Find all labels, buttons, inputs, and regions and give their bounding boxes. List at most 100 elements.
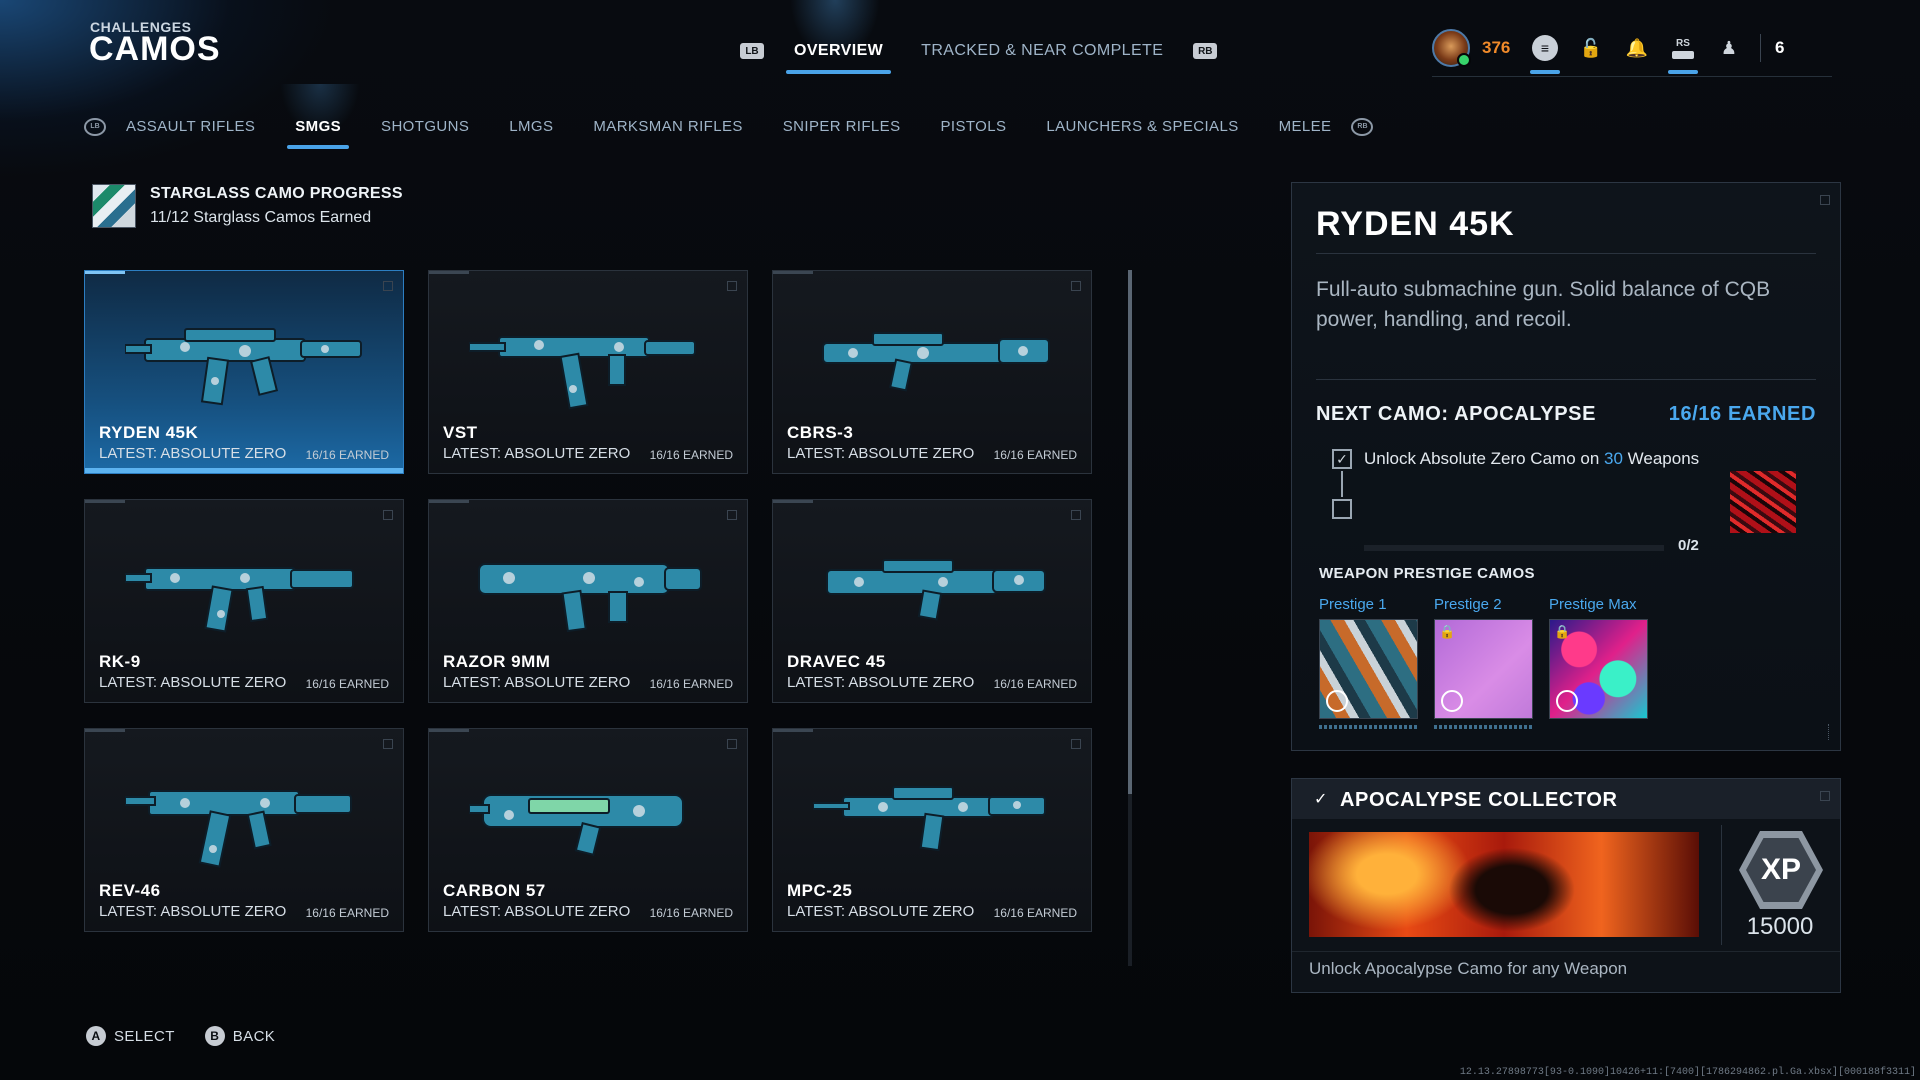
notifications-button[interactable]: 🔔 bbox=[1614, 28, 1660, 68]
weapon-earned: 16/16 EARNED bbox=[305, 677, 389, 691]
weapon-grid: RYDEN 45K LATEST: ABSOLUTE ZERO 16/16 EA… bbox=[84, 270, 1092, 932]
back-label: BACK bbox=[232, 1027, 276, 1045]
weapon-card-dravec-45[interactable]: DRAVEC 45 LATEST: ABSOLUTE ZERO 16/16 EA… bbox=[772, 499, 1092, 703]
rs-social-button[interactable]: RS bbox=[1660, 28, 1706, 74]
divider bbox=[1432, 76, 1832, 77]
tab-lmgs[interactable]: LMGS bbox=[489, 112, 573, 141]
left-bumper-icon[interactable]: LB bbox=[84, 117, 106, 136]
prestige-camo-max[interactable]: Prestige Max 🔒 bbox=[1549, 596, 1648, 729]
unlock-icon: 🔓 bbox=[1579, 37, 1603, 58]
prestige-label: Prestige 2 bbox=[1434, 596, 1502, 613]
bell-icon: 🔔 bbox=[1625, 37, 1649, 58]
rank-emblem-icon[interactable] bbox=[1432, 29, 1471, 67]
tab-tracked-near-complete[interactable]: TRACKED & NEAR COMPLETE bbox=[913, 36, 1171, 66]
smg-icon bbox=[469, 336, 696, 410]
smg-icon bbox=[125, 567, 354, 633]
divider bbox=[1316, 379, 1816, 380]
tab-overview[interactable]: OVERVIEW bbox=[786, 36, 892, 74]
apocalypse-collector-panel[interactable]: ✓ APOCALYPSE COLLECTOR XP 15000 Unlock A… bbox=[1291, 778, 1841, 993]
apocalypse-camo-swatch bbox=[1730, 471, 1796, 533]
b-button-icon: B bbox=[204, 1026, 225, 1046]
rb-button-icon[interactable]: RB bbox=[1193, 43, 1218, 59]
weapon-card-rev-46[interactable]: REV-46 LATEST: ABSOLUTE ZERO 16/16 EARNE… bbox=[84, 728, 404, 932]
smg-icon bbox=[125, 328, 362, 406]
prestige-camo-1[interactable]: Prestige 1 bbox=[1319, 596, 1418, 729]
prestige-heading: WEAPON PRESTIGE CAMOS bbox=[1319, 565, 1535, 582]
tab-assault-rifles[interactable]: ASSAULT RIFLES bbox=[106, 112, 275, 141]
weapon-name: RK-9 bbox=[99, 652, 141, 671]
tab-shotguns[interactable]: SHOTGUNS bbox=[361, 112, 489, 141]
player-status-bar: 376 ≡ 🔓 🔔 RS ♟ 6 bbox=[1432, 28, 1784, 74]
weapon-card-vst[interactable]: VST LATEST: ABSOLUTE ZERO 16/16 EARNED bbox=[428, 270, 748, 474]
weapon-name: RAZOR 9MM bbox=[443, 652, 551, 671]
button-prompts: A SELECT B BACK bbox=[86, 1026, 275, 1046]
next-camo-label: NEXT CAMO: APOCALYPSE bbox=[1316, 403, 1597, 425]
tab-marksman-rifles[interactable]: MARKSMAN RIFLES bbox=[573, 112, 762, 141]
prestige-2-swatch: 🔒 bbox=[1434, 619, 1533, 719]
tab-sniper-rifles[interactable]: SNIPER RIFLES bbox=[763, 112, 921, 141]
prestige-camos: Prestige 1 Prestige 2 🔒 Prestige Max 🔒 bbox=[1319, 596, 1648, 729]
tab-launchers-specials[interactable]: LAUNCHERS & SPECIALS bbox=[1026, 112, 1258, 141]
collector-reward-image bbox=[1309, 832, 1699, 937]
category-tabs: LB ASSAULT RIFLES SMGS SHOTGUNS LMGS MAR… bbox=[84, 112, 1374, 149]
weapon-card-carbon-57[interactable]: CARBON 57 LATEST: ABSOLUTE ZERO 16/16 EA… bbox=[428, 728, 748, 932]
weapon-earned: 16/16 EARNED bbox=[305, 448, 389, 462]
weapon-name: CBRS-3 bbox=[787, 423, 854, 442]
checkbox-checked-icon: ✓ bbox=[1332, 449, 1352, 469]
divider bbox=[1760, 34, 1761, 62]
next-camo-earned: 16/16 EARNED bbox=[1668, 403, 1816, 425]
top-tabs: LB OVERVIEW TRACKED & NEAR COMPLETE RB bbox=[740, 36, 1218, 74]
rs-stick-icon: RS bbox=[1672, 38, 1694, 59]
weapon-earned: 16/16 EARNED bbox=[993, 906, 1077, 920]
weapon-card-rk-9[interactable]: RK-9 LATEST: ABSOLUTE ZERO 16/16 EARNED bbox=[84, 499, 404, 703]
menu-icon: ≡ bbox=[1532, 35, 1558, 61]
back-prompt[interactable]: B BACK bbox=[204, 1026, 276, 1046]
weapon-card-ryden-45k[interactable]: RYDEN 45K LATEST: ABSOLUTE ZERO 16/16 EA… bbox=[84, 270, 404, 474]
requirement-count: 30 bbox=[1604, 449, 1623, 468]
prestige-label: Prestige Max bbox=[1549, 596, 1637, 613]
tab-pistols[interactable]: PISTOLS bbox=[920, 112, 1026, 141]
divider bbox=[1721, 825, 1722, 945]
rs-glyph: RS bbox=[1676, 37, 1690, 49]
player-level: 376 bbox=[1482, 38, 1511, 57]
weapon-latest-camo: LATEST: ABSOLUTE ZERO bbox=[443, 674, 631, 691]
prestige-1-swatch bbox=[1319, 619, 1418, 719]
grid-scrollbar-thumb[interactable] bbox=[1128, 270, 1132, 794]
weapon-latest-camo: LATEST: ABSOLUTE ZERO bbox=[443, 903, 631, 920]
weapon-earned: 16/16 EARNED bbox=[993, 677, 1077, 691]
weapon-card-mpc-25[interactable]: MPC-25 LATEST: ABSOLUTE ZERO 16/16 EARNE… bbox=[772, 728, 1092, 932]
connector-line bbox=[1341, 471, 1343, 497]
prestige-badge-icon bbox=[1326, 690, 1348, 712]
tab-melee[interactable]: MELEE bbox=[1259, 112, 1352, 141]
checkbox-empty-icon bbox=[1332, 499, 1352, 519]
prestige-label: Prestige 1 bbox=[1319, 596, 1387, 613]
weapon-name: VST bbox=[443, 423, 478, 442]
collector-title: APOCALYPSE COLLECTOR bbox=[1340, 789, 1618, 811]
prestige-camo-2[interactable]: Prestige 2 🔒 bbox=[1434, 596, 1533, 729]
weapon-earned: 16/16 EARNED bbox=[649, 906, 733, 920]
weapon-latest-camo: LATEST: ABSOLUTE ZERO bbox=[99, 445, 287, 462]
lb-button-icon[interactable]: LB bbox=[740, 43, 764, 59]
requirement-progress-bar bbox=[1364, 545, 1664, 551]
weapon-latest-camo: LATEST: ABSOLUTE ZERO bbox=[787, 903, 975, 920]
smg-icon bbox=[478, 563, 702, 633]
right-bumper-icon[interactable]: RB bbox=[1351, 117, 1374, 136]
party-button[interactable]: ♟ bbox=[1706, 28, 1752, 68]
requirement-text: Unlock Absolute Zero Camo on 30 Weapons bbox=[1364, 449, 1700, 468]
unlocks-button[interactable]: 🔓 bbox=[1568, 28, 1614, 68]
select-prompt[interactable]: A SELECT bbox=[86, 1026, 175, 1046]
lock-icon: 🔒 bbox=[1554, 624, 1571, 639]
weapon-card-cbrs-3[interactable]: CBRS-3 LATEST: ABSOLUTE ZERO 16/16 EARNE… bbox=[772, 270, 1092, 474]
page-title: CAMOS bbox=[89, 30, 221, 68]
collector-description: Unlock Apocalypse Camo for any Weapon bbox=[1309, 959, 1628, 978]
weapon-name: DRAVEC 45 bbox=[787, 652, 886, 671]
prestige-badge-icon bbox=[1556, 690, 1578, 712]
starglass-camo-icon bbox=[92, 184, 136, 228]
weapon-earned: 16/16 EARNED bbox=[993, 448, 1077, 462]
weapon-card-razor-9mm[interactable]: RAZOR 9MM LATEST: ABSOLUTE ZERO 16/16 EA… bbox=[428, 499, 748, 703]
weapon-latest-camo: LATEST: ABSOLUTE ZERO bbox=[787, 445, 975, 462]
weapon-latest-camo: LATEST: ABSOLUTE ZERO bbox=[99, 903, 287, 920]
weapon-earned: 16/16 EARNED bbox=[649, 677, 733, 691]
tab-smgs[interactable]: SMGS bbox=[275, 112, 361, 149]
menu-button[interactable]: ≡ bbox=[1522, 28, 1568, 74]
